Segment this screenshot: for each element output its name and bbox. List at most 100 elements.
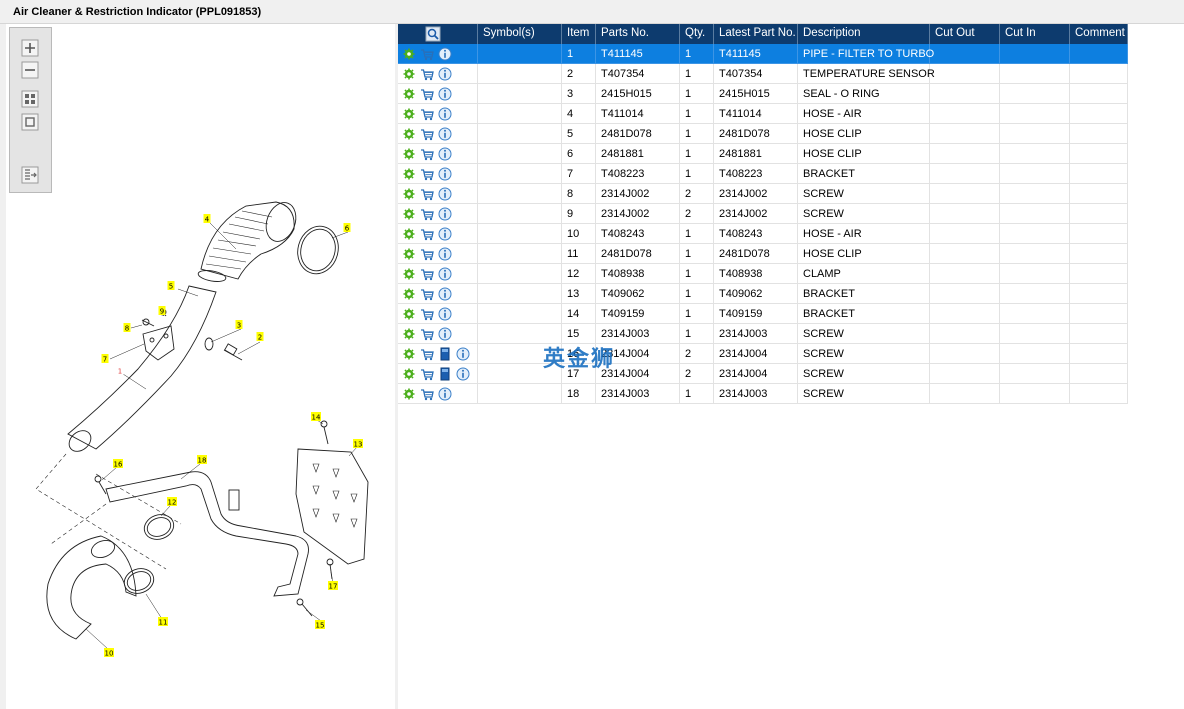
- search-parts-icon[interactable]: [425, 26, 441, 42]
- cart-icon[interactable]: [420, 227, 434, 241]
- info-icon[interactable]: [438, 327, 452, 341]
- parts-table-row[interactable]: 7 T408223 1 T408223 BRACKET: [398, 164, 1128, 184]
- gear-icon[interactable]: [402, 127, 416, 141]
- cut-in-column-header[interactable]: Cut In: [1000, 24, 1070, 44]
- parts-table-row[interactable]: 16 2314J004 2 2314J004 SCREW: [398, 344, 1128, 364]
- callout-3[interactable]: 3: [235, 320, 243, 330]
- cart-icon[interactable]: [420, 207, 434, 221]
- parts-table-row[interactable]: 6 2481881 1 2481881 HOSE CLIP: [398, 144, 1128, 164]
- export-panel-icon[interactable]: [21, 166, 39, 184]
- gear-icon[interactable]: [402, 87, 416, 101]
- cart-icon[interactable]: [420, 327, 434, 341]
- exploded-parts-diagram[interactable]: 123465789101112131415161718: [6, 24, 395, 709]
- parts-table-row[interactable]: 17 2314J004 2 2314J004 SCREW: [398, 364, 1128, 384]
- callout-15[interactable]: 15: [315, 620, 325, 630]
- parts-table-row[interactable]: 14 T409159 1 T409159 BRACKET: [398, 304, 1128, 324]
- parts-table-row[interactable]: 8 2314J002 2 2314J002 SCREW: [398, 184, 1128, 204]
- info-icon[interactable]: [438, 67, 452, 81]
- callout-1[interactable]: 1: [116, 366, 124, 376]
- callout-17[interactable]: 17: [328, 581, 338, 591]
- gear-icon[interactable]: [402, 207, 416, 221]
- callout-16[interactable]: 16: [113, 459, 123, 469]
- callout-8[interactable]: 8: [123, 323, 131, 333]
- info-icon[interactable]: [438, 287, 452, 301]
- cart-icon[interactable]: [420, 367, 434, 381]
- info-icon[interactable]: [438, 187, 452, 201]
- info-icon[interactable]: [438, 127, 452, 141]
- callout-9[interactable]: 9: [158, 306, 166, 316]
- gear-icon[interactable]: [402, 47, 416, 61]
- book-icon[interactable]: [438, 367, 452, 381]
- info-icon[interactable]: [438, 47, 452, 61]
- callout-11[interactable]: 11: [158, 617, 168, 627]
- illustration-panel[interactable]: 1 2 3 4 6 5 7 8 9 10 11 12 13 14 15 16 17 18: [6, 24, 395, 709]
- callout-10[interactable]: 10: [104, 648, 114, 658]
- cart-icon[interactable]: [420, 287, 434, 301]
- info-icon[interactable]: [456, 367, 470, 381]
- parts-table-row[interactable]: 11 2481D078 1 2481D078 HOSE CLIP: [398, 244, 1128, 264]
- cart-icon[interactable]: [420, 127, 434, 141]
- info-icon[interactable]: [438, 227, 452, 241]
- cart-icon[interactable]: [420, 147, 434, 161]
- gear-icon[interactable]: [402, 367, 416, 381]
- info-icon[interactable]: [438, 207, 452, 221]
- book-icon[interactable]: [438, 347, 452, 361]
- info-icon[interactable]: [438, 167, 452, 181]
- callout-2[interactable]: 2: [256, 332, 264, 342]
- callout-6[interactable]: 6: [343, 223, 351, 233]
- gear-icon[interactable]: [402, 67, 416, 81]
- parts-table-row[interactable]: 1 T411145 1 T411145 PIPE - FILTER TO TURBO: [398, 44, 1128, 64]
- cart-icon[interactable]: [420, 387, 434, 401]
- gear-icon[interactable]: [402, 267, 416, 281]
- gear-icon[interactable]: [402, 347, 416, 361]
- parts-table-row[interactable]: 13 T409062 1 T409062 BRACKET: [398, 284, 1128, 304]
- gear-icon[interactable]: [402, 247, 416, 261]
- zoom-out-icon[interactable]: [21, 61, 39, 79]
- parts-table-row[interactable]: 15 2314J003 1 2314J003 SCREW: [398, 324, 1128, 344]
- parts-table-row[interactable]: 10 T408243 1 T408243 HOSE - AIR: [398, 224, 1128, 244]
- cart-icon[interactable]: [420, 67, 434, 81]
- callout-12[interactable]: 12: [167, 497, 177, 507]
- cart-icon[interactable]: [420, 347, 434, 361]
- parts-no-column-header[interactable]: Parts No.: [596, 24, 680, 44]
- callout-5[interactable]: 5: [167, 281, 175, 291]
- description-column-header[interactable]: Description: [798, 24, 930, 44]
- info-icon[interactable]: [456, 347, 470, 361]
- cart-icon[interactable]: [420, 187, 434, 201]
- parts-table-row[interactable]: 2 T407354 1 T407354 TEMPERATURE SENSOR: [398, 64, 1128, 84]
- cart-icon[interactable]: [420, 247, 434, 261]
- gear-icon[interactable]: [402, 287, 416, 301]
- info-icon[interactable]: [438, 147, 452, 161]
- cart-icon[interactable]: [420, 167, 434, 181]
- gear-icon[interactable]: [402, 167, 416, 181]
- gear-icon[interactable]: [402, 227, 416, 241]
- cut-out-column-header[interactable]: Cut Out: [930, 24, 1000, 44]
- parts-table-row[interactable]: 5 2481D078 1 2481D078 HOSE CLIP: [398, 124, 1128, 144]
- callout-7[interactable]: 7: [101, 354, 109, 364]
- parts-table-row[interactable]: 12 T408938 1 T408938 CLAMP: [398, 264, 1128, 284]
- cart-icon[interactable]: [420, 267, 434, 281]
- callout-4[interactable]: 4: [203, 214, 211, 224]
- info-icon[interactable]: [438, 307, 452, 321]
- callout-13[interactable]: 13: [353, 439, 363, 449]
- fit-all-icon[interactable]: [21, 90, 39, 108]
- latest-part-no-column-header[interactable]: Latest Part No.: [714, 24, 798, 44]
- parts-table-row[interactable]: 9 2314J002 2 2314J002 SCREW: [398, 204, 1128, 224]
- gear-icon[interactable]: [402, 107, 416, 121]
- parts-table-row[interactable]: 18 2314J003 1 2314J003 SCREW: [398, 384, 1128, 404]
- symbols-column-header[interactable]: Symbol(s): [478, 24, 562, 44]
- callout-14[interactable]: 14: [311, 412, 321, 422]
- item-column-header[interactable]: Item: [562, 24, 596, 44]
- cart-icon[interactable]: [420, 307, 434, 321]
- comment-column-header[interactable]: Comment: [1070, 24, 1128, 44]
- icons-column-header[interactable]: [398, 24, 478, 44]
- gear-icon[interactable]: [402, 147, 416, 161]
- zoom-in-icon[interactable]: [21, 39, 39, 57]
- qty-column-header[interactable]: Qty.: [680, 24, 714, 44]
- cart-icon[interactable]: [420, 47, 434, 61]
- gear-icon[interactable]: [402, 307, 416, 321]
- parts-table-row[interactable]: 4 T411014 1 T411014 HOSE - AIR: [398, 104, 1128, 124]
- info-icon[interactable]: [438, 247, 452, 261]
- cart-icon[interactable]: [420, 107, 434, 121]
- cart-icon[interactable]: [420, 87, 434, 101]
